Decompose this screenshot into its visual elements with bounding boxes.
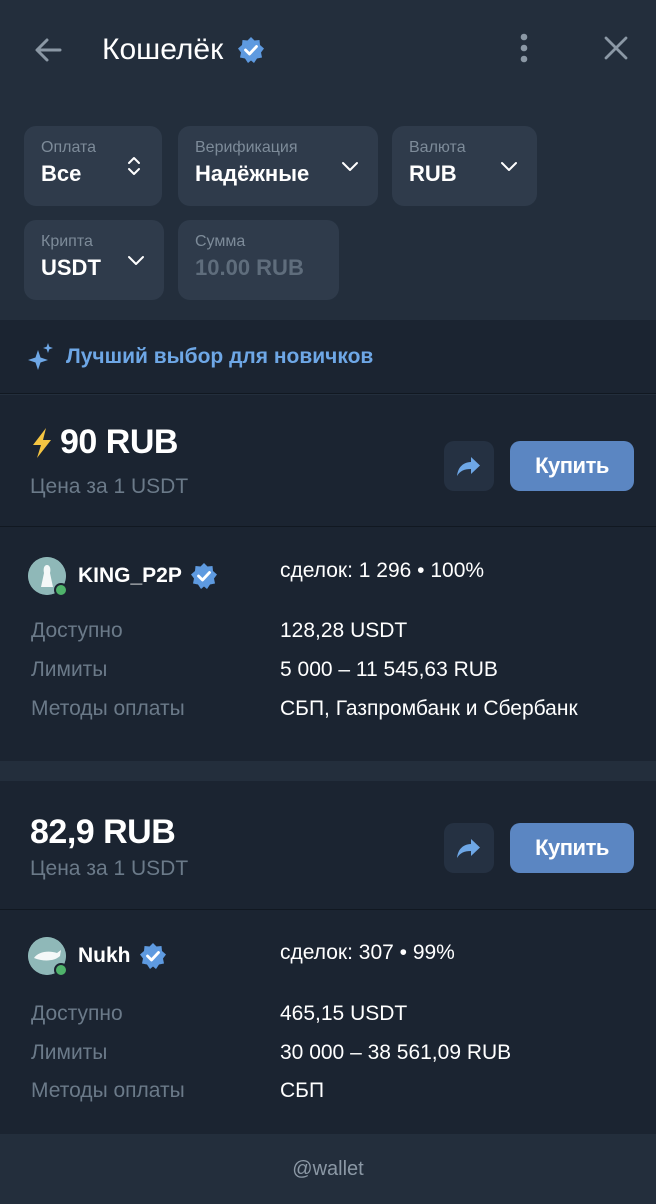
more-menu-button[interactable]: [506, 28, 542, 68]
filter-payment[interactable]: Оплата Все: [24, 126, 162, 206]
buy-button[interactable]: Купить: [510, 441, 634, 491]
filter-amount[interactable]: Сумма 10.00 RUB: [178, 220, 339, 300]
filter-currency[interactable]: Валюта RUB: [392, 126, 537, 206]
limits-value: 30 000 – 38 561,09 RUB: [280, 1041, 512, 1064]
lightning-icon: [33, 427, 51, 458]
share-button[interactable]: [444, 441, 494, 491]
page-title: Кошелёк: [102, 33, 224, 66]
seller-name: KING_P2P: [78, 564, 182, 587]
payment-methods-label: Методы оплаты: [31, 1079, 185, 1102]
banner-text: Лучший выбор для новичков: [66, 344, 374, 368]
share-arrow-icon: [457, 839, 480, 858]
offer-card: 82,9 RUB Цена за 1 USDT Купить Nukh сдел…: [0, 781, 656, 1134]
verified-badge-icon: [139, 943, 166, 969]
arrow-left-icon: [35, 38, 62, 62]
online-indicator: [54, 583, 68, 597]
limits-value: 5 000 – 11 545,63 RUB: [280, 658, 498, 681]
sparkles-icon: [28, 342, 53, 370]
chevron-down-icon: [342, 162, 358, 171]
chevron-down-icon: [501, 162, 517, 171]
back-button[interactable]: [28, 30, 68, 70]
payment-methods-label: Методы оплаты: [31, 697, 185, 720]
buy-button[interactable]: Купить: [510, 823, 634, 873]
price-group: 82,9 RUB: [30, 813, 176, 852]
filter-verification[interactable]: Верификация Надёжные: [178, 126, 378, 206]
filter-label: Сумма: [195, 233, 246, 250]
verified-badge-icon: [190, 563, 217, 589]
offer-card: 90 RUB Цена за 1 USDT Купить KING_P2P сд…: [0, 395, 656, 761]
bot-username: @wallet: [292, 1157, 364, 1180]
filter-crypto[interactable]: Крипта USDT: [24, 220, 164, 300]
available-value: 128,28 USDT: [280, 619, 408, 642]
price-group: 90 RUB: [30, 423, 178, 462]
seller-deals: сделок: 1 296 • 100%: [280, 559, 485, 582]
seller-deals: сделок: 307 • 99%: [280, 941, 455, 964]
seller-row[interactable]: KING_P2P: [28, 557, 218, 597]
best-choice-banner[interactable]: Лучший выбор для новичков: [0, 320, 656, 394]
share-button[interactable]: [444, 823, 494, 873]
verified-badge-icon: [238, 37, 265, 63]
price-caption: Цена за 1 USDT: [30, 857, 189, 880]
available-label: Доступно: [31, 1002, 123, 1025]
price-caption: Цена за 1 USDT: [30, 475, 189, 498]
amount-input-value[interactable]: 10.00 RUB: [195, 252, 322, 284]
offer-price: 82,9 RUB: [30, 813, 176, 851]
online-indicator: [54, 963, 68, 977]
seller-name: Nukh: [78, 944, 131, 967]
limits-label: Лимиты: [31, 1041, 108, 1064]
filter-label: Верификация: [195, 139, 298, 156]
offer-price: 90 RUB: [60, 423, 178, 461]
chevron-down-icon: [128, 256, 144, 265]
header: Кошелёк: [0, 0, 656, 100]
seller-row[interactable]: Nukh: [28, 937, 167, 977]
title-group: Кошелёк: [102, 30, 265, 70]
offer-price-section: 82,9 RUB Цена за 1 USDT Купить: [0, 781, 656, 910]
offer-price-section: 90 RUB Цена за 1 USDT Купить: [0, 395, 656, 527]
footer: @wallet: [0, 1134, 656, 1204]
available-value: 465,15 USDT: [280, 1002, 408, 1025]
close-icon: [604, 36, 628, 60]
share-arrow-icon: [457, 457, 480, 476]
filter-value: Надёжные: [195, 161, 310, 186]
close-button[interactable]: [596, 28, 636, 68]
limits-label: Лимиты: [31, 658, 108, 681]
payment-methods-value: СБП: [280, 1079, 325, 1102]
available-label: Доступно: [31, 619, 123, 642]
sort-updown-icon: [128, 157, 140, 175]
more-vertical-icon: [520, 33, 528, 63]
payment-methods-value: СБП, Газпромбанк и Сбербанк: [280, 697, 578, 720]
